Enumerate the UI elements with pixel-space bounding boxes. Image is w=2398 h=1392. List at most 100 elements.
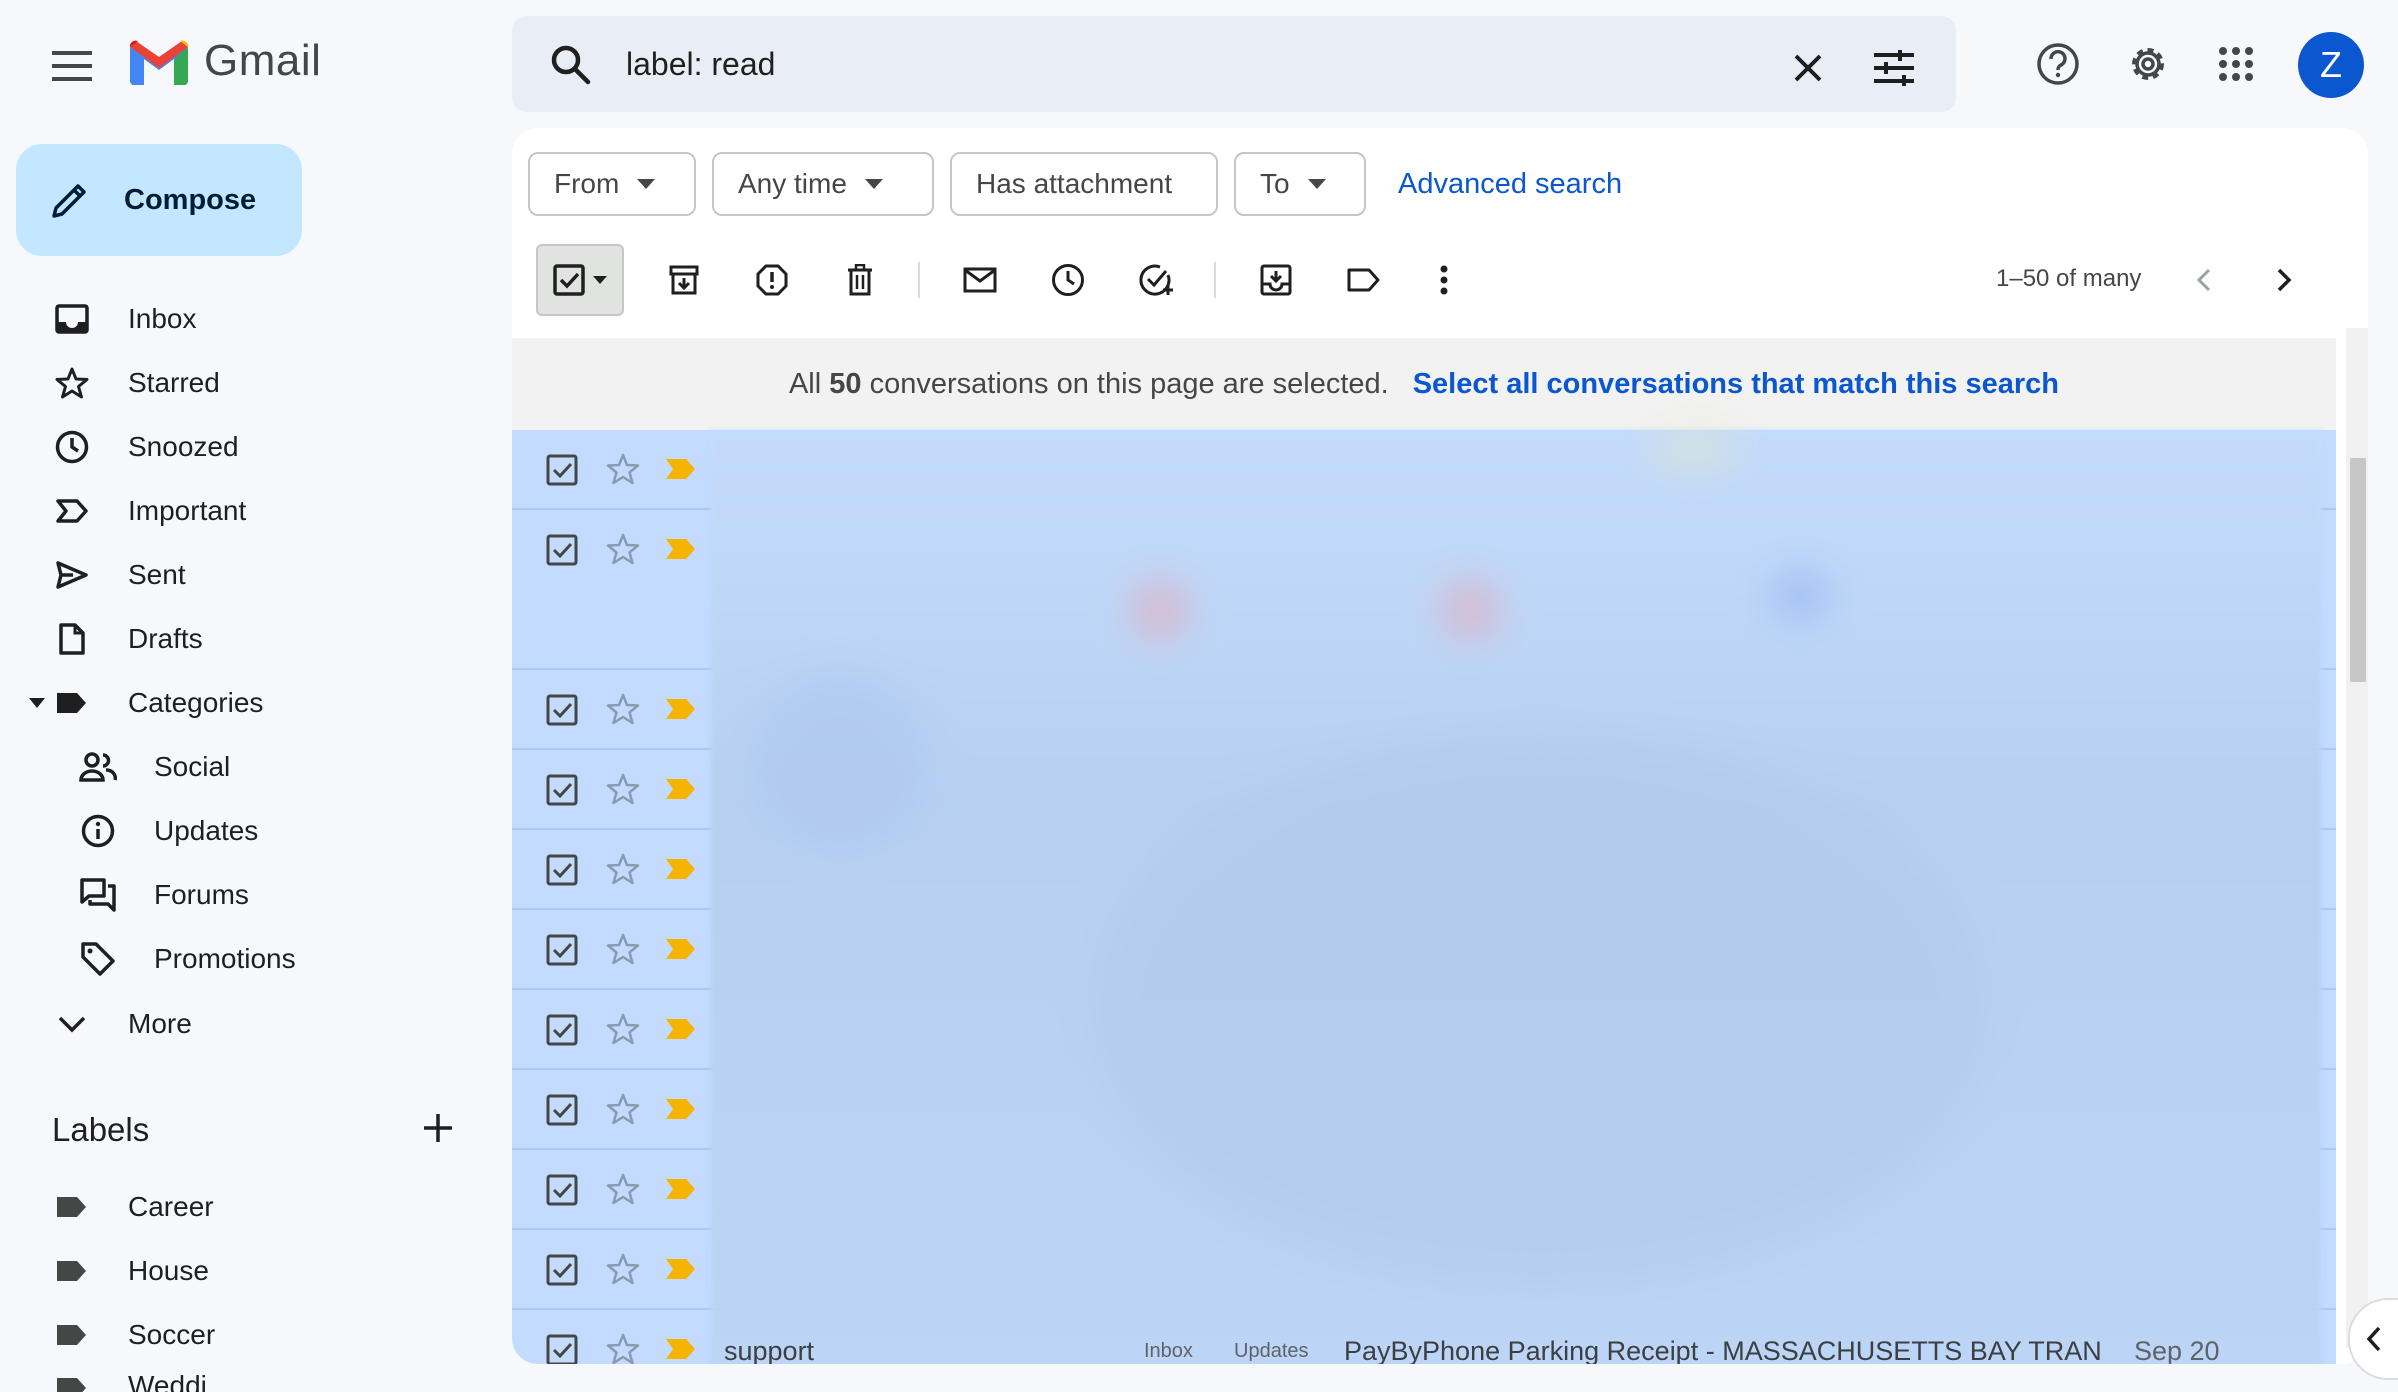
row-important-marker-icon[interactable] [664, 856, 698, 882]
row-checkbox-checked-icon[interactable] [546, 934, 578, 966]
row-star-icon[interactable] [606, 1332, 640, 1364]
row-star-icon[interactable] [606, 1092, 640, 1126]
sidebar-item-label: Updates [154, 815, 259, 846]
mail-panel: From Any time Has attachment To Advanced… [512, 128, 2368, 1364]
sidebar-item-snoozed[interactable]: Snoozed [0, 416, 480, 478]
delete-button[interactable] [832, 252, 888, 308]
row-important-marker-icon[interactable] [664, 1336, 698, 1362]
row-star-icon[interactable] [606, 1252, 640, 1286]
app-name: Gmail [204, 36, 322, 85]
sidebar-item-social[interactable]: Social [0, 736, 480, 798]
row-star-icon[interactable] [606, 1172, 640, 1206]
row-important-marker-icon[interactable] [664, 776, 698, 802]
archive-button[interactable] [656, 252, 712, 308]
row-star-icon[interactable] [606, 932, 640, 966]
people-icon [78, 747, 118, 787]
row-important-marker-icon[interactable] [664, 1256, 698, 1282]
row-checkbox-checked-icon[interactable] [546, 1014, 578, 1046]
create-label-button[interactable] [420, 1110, 456, 1146]
row-star-icon[interactable] [606, 692, 640, 726]
row-checkbox-checked-icon[interactable] [546, 1254, 578, 1286]
more-actions-button[interactable] [1416, 252, 1472, 308]
help-icon [2037, 43, 2079, 85]
move-to-button[interactable] [1248, 252, 1304, 308]
search-bar[interactable] [512, 16, 1956, 112]
row-checkbox-checked-icon[interactable] [546, 1334, 578, 1364]
row-checkbox-checked-icon[interactable] [546, 774, 578, 806]
sidebar-item-inbox[interactable]: Inbox [0, 288, 480, 350]
sidebar-item-label: Inbox [128, 303, 197, 334]
sidebar-item-forums[interactable]: Forums [0, 864, 480, 926]
row-important-marker-icon[interactable] [664, 696, 698, 722]
info-icon [78, 811, 118, 851]
search-icon[interactable] [548, 42, 592, 86]
snooze-button[interactable] [1040, 252, 1096, 308]
blurred-message-content [710, 430, 2322, 1364]
row-star-icon[interactable] [606, 1012, 640, 1046]
help-button[interactable] [2026, 32, 2090, 96]
newer-page-button[interactable] [2176, 252, 2232, 308]
sidebar-item-important[interactable]: Important [0, 480, 480, 542]
main-menu-button[interactable] [40, 34, 104, 98]
row-checkbox-checked-icon[interactable] [546, 454, 578, 486]
search-input[interactable] [626, 42, 1626, 86]
filter-anytime-chip[interactable]: Any time [712, 152, 934, 216]
sidebar-more-button[interactable]: More [0, 993, 480, 1055]
row-star-icon[interactable] [606, 452, 640, 486]
caret-down-icon[interactable] [28, 697, 46, 709]
clock-icon [1052, 264, 1084, 296]
add-to-tasks-button[interactable] [1128, 252, 1184, 308]
filter-to-chip[interactable]: To [1234, 152, 1366, 216]
row-important-marker-icon[interactable] [664, 936, 698, 962]
row-star-icon[interactable] [606, 852, 640, 886]
row-checkbox-checked-icon[interactable] [546, 694, 578, 726]
sidebar-item-categories[interactable]: Categories [0, 672, 480, 734]
sidebar-label-house[interactable]: House [0, 1240, 480, 1302]
labels-button[interactable] [1336, 252, 1392, 308]
google-apps-button[interactable] [2204, 32, 2268, 96]
sidebar-item-drafts[interactable]: Drafts [0, 608, 480, 670]
select-all-matching-link[interactable]: Select all conversations that match this… [1413, 368, 2059, 401]
scrollbar-thumb[interactable] [2350, 458, 2366, 682]
row-important-marker-icon[interactable] [664, 1016, 698, 1042]
sidebar-item-updates[interactable]: Updates [0, 800, 480, 862]
message-list: support Inbox Updates PayByPhone Parking… [512, 430, 2336, 1364]
row-important-marker-icon[interactable] [664, 1176, 698, 1202]
advanced-search-link[interactable]: Advanced search [1398, 168, 1622, 201]
sidebar-label-weddi[interactable]: Weddi [0, 1368, 480, 1392]
apps-grid-icon [2219, 47, 2253, 81]
caret-down-icon [593, 276, 607, 284]
select-all-checkbox[interactable] [536, 244, 624, 316]
sidebar-item-starred[interactable]: Starred [0, 352, 480, 414]
dropdown-arrow-icon [637, 179, 656, 189]
older-page-button[interactable] [2256, 252, 2312, 308]
row-important-marker-icon[interactable] [664, 536, 698, 562]
row-checkbox-checked-icon[interactable] [546, 854, 578, 886]
report-spam-button[interactable] [744, 252, 800, 308]
search-options-button[interactable] [1866, 40, 1922, 96]
sidebar-item-label: More [128, 1008, 192, 1039]
filter-from-chip[interactable]: From [528, 152, 696, 216]
message-list-scrollbar[interactable] [2346, 328, 2368, 1348]
gmail-logo[interactable]: Gmail [128, 36, 321, 86]
filter-attachment-chip[interactable]: Has attachment [950, 152, 1218, 216]
mark-as-unread-button[interactable] [952, 252, 1008, 308]
labels-heading: Labels [52, 1111, 150, 1148]
row-star-icon[interactable] [606, 772, 640, 806]
sidebar-label-soccer[interactable]: Soccer [0, 1304, 480, 1366]
row-star-icon[interactable] [606, 532, 640, 566]
sidebar-item-promotions[interactable]: Promotions [0, 928, 480, 990]
sidebar-label-career[interactable]: Career [0, 1176, 480, 1238]
sidebar-item-sent[interactable]: Sent [0, 544, 480, 606]
clear-search-button[interactable] [1780, 40, 1836, 96]
row-important-marker-icon[interactable] [664, 1096, 698, 1122]
row-checkbox-checked-icon[interactable] [546, 534, 578, 566]
close-icon [1794, 54, 1822, 82]
row-checkbox-checked-icon[interactable] [546, 1174, 578, 1206]
sidebar-item-label: Important [128, 495, 247, 526]
settings-button[interactable] [2116, 32, 2180, 96]
row-checkbox-checked-icon[interactable] [546, 1094, 578, 1126]
compose-button[interactable]: Compose [16, 144, 302, 256]
row-important-marker-icon[interactable] [664, 456, 698, 482]
account-avatar[interactable]: Z [2298, 32, 2364, 98]
